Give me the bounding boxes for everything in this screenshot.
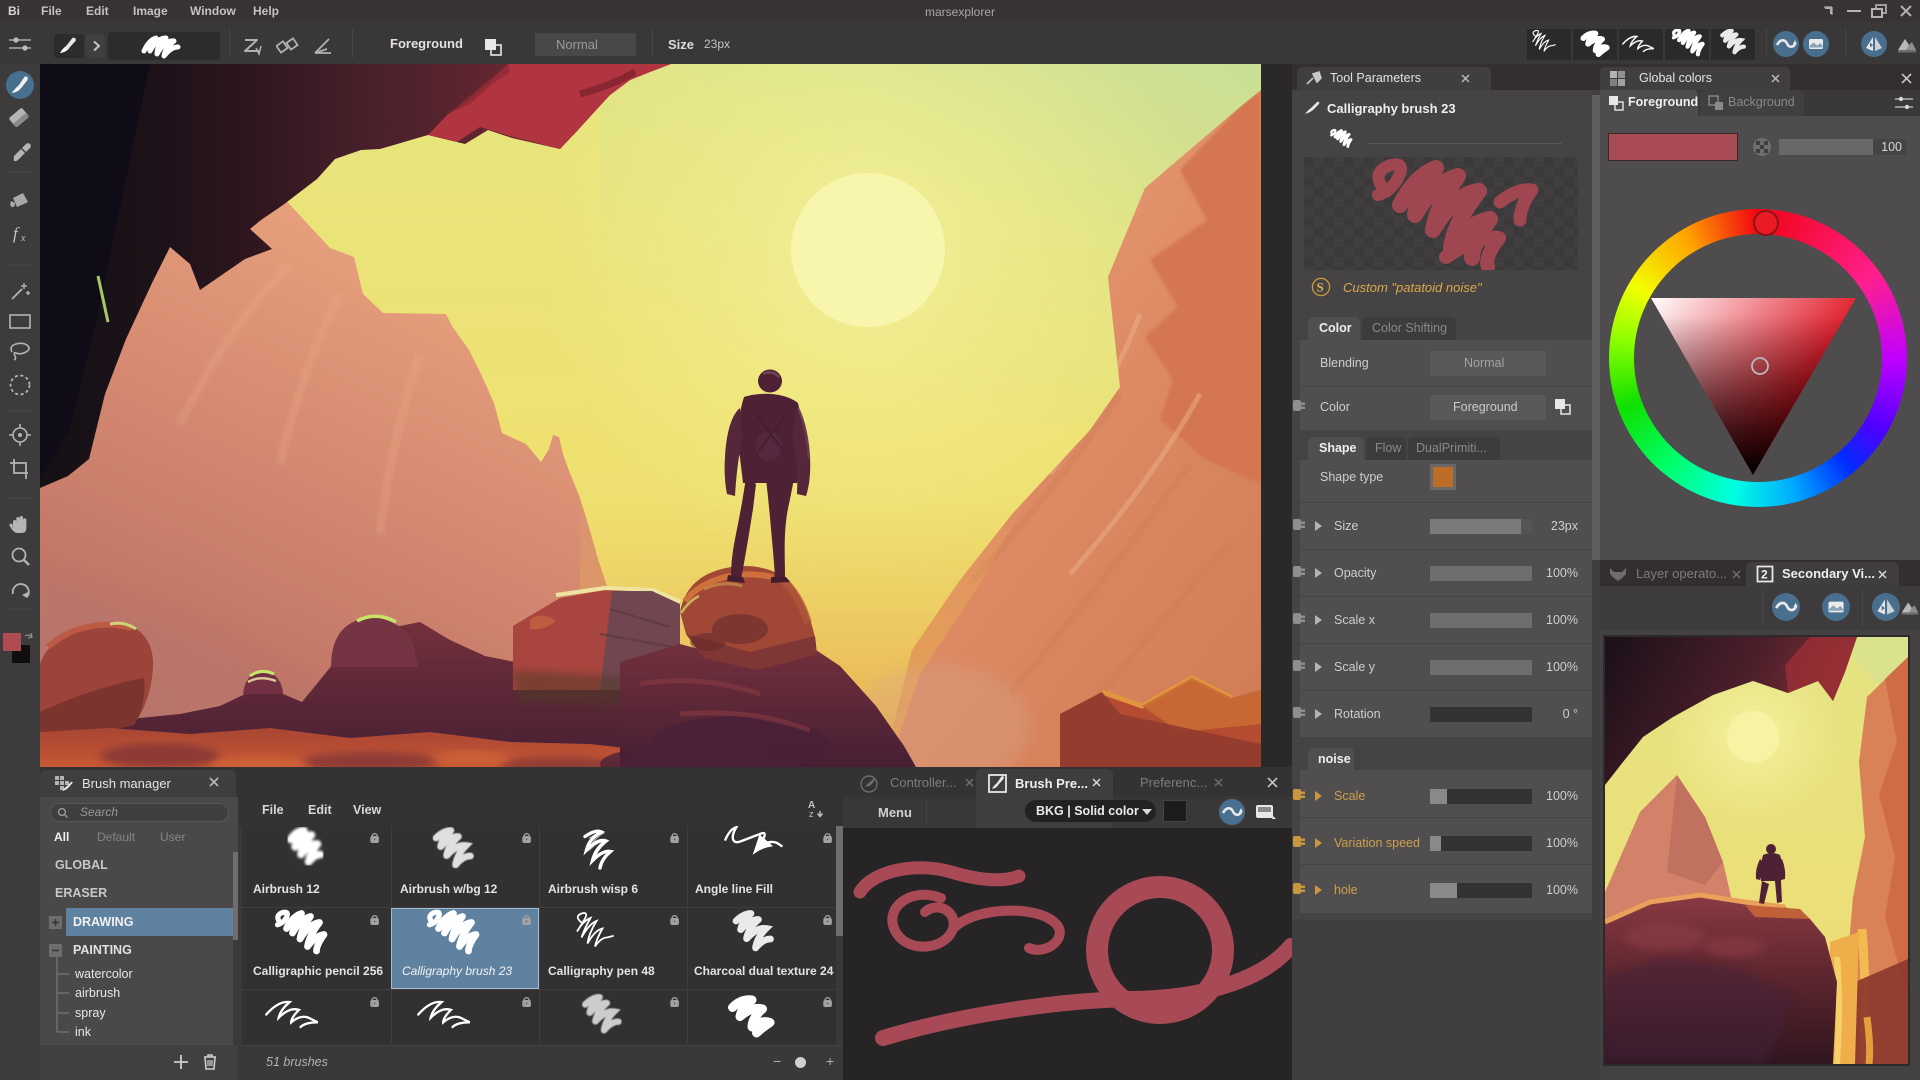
svg-text:x: x [20,233,26,244]
svg-text:f: f [13,224,20,243]
svg-text:z: z [809,809,814,819]
svg-text:S: S [1317,280,1324,295]
svg-text:2: 2 [1761,568,1768,582]
